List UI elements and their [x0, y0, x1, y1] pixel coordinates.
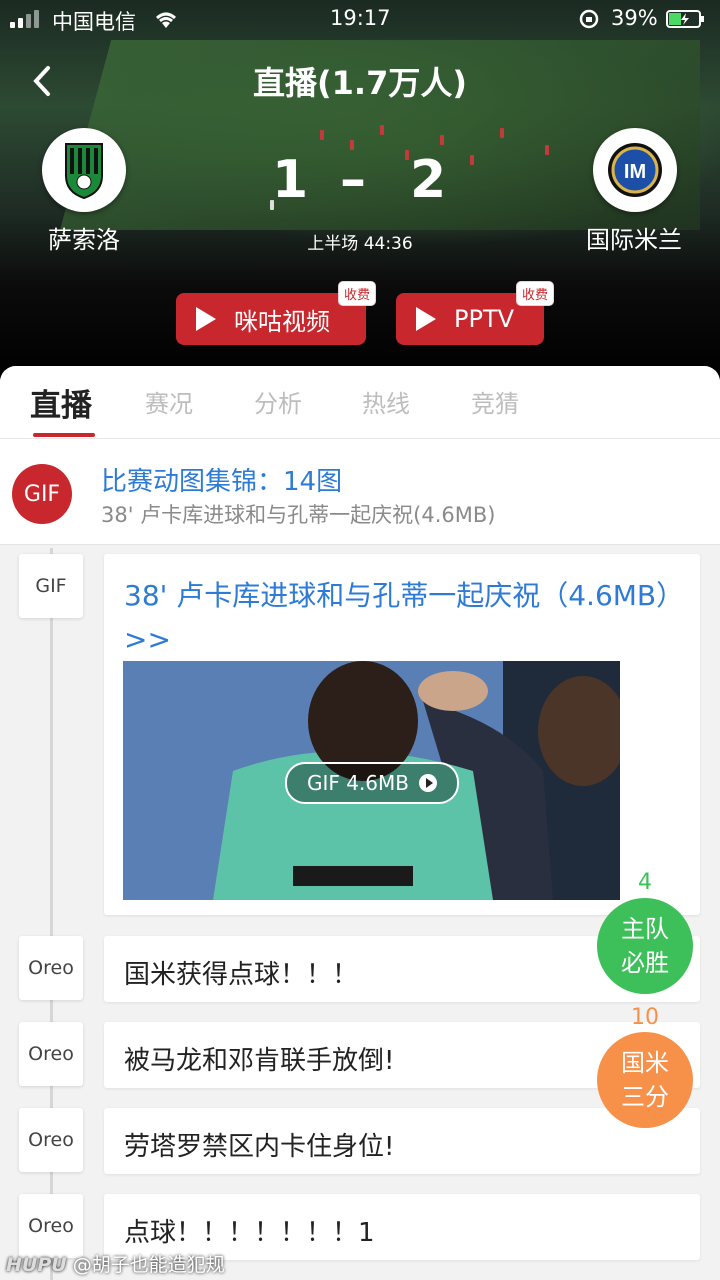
tab-hotline[interactable]: 热线	[362, 384, 410, 419]
inter-three-points-vote-button[interactable]: 国米 三分	[597, 1032, 693, 1128]
away-score: 2	[410, 150, 447, 210]
content-panel: 直播 赛况 分析 热线 竞猜 GIF 比赛动图集锦：14图 38' 卢卡库进球和…	[0, 366, 720, 1280]
vote-label-line2: 必胜	[621, 949, 669, 977]
pptv-button[interactable]: PPTV 收费	[396, 281, 554, 345]
comment-text: 点球！！！！！！！1	[124, 1218, 375, 1248]
comment-text: 被马龙和邓肯联手放倒!	[124, 1046, 395, 1076]
clock: 19:17	[330, 6, 391, 30]
video-button-label: PPTV	[454, 305, 515, 333]
inter-crest-icon: IM	[608, 143, 662, 197]
battery-icon	[666, 10, 704, 28]
home-win-vote-button[interactable]: 主队 必胜	[597, 898, 693, 994]
tab-bar: 直播 赛况 分析 热线 竞猜	[0, 366, 720, 439]
score-separator: –	[340, 150, 366, 210]
author-avatar[interactable]: Oreo	[19, 1108, 83, 1172]
author-avatar[interactable]: GIF	[19, 554, 83, 618]
highlights-title[interactable]: 比赛动图集锦：14图	[101, 461, 342, 498]
match-header: 中国电信 19:17 39% 直播(1.7万人) 萨索洛 1 – 2 上半场 4…	[0, 0, 720, 380]
author-avatar[interactable]: Oreo	[19, 1194, 83, 1258]
comment-text: 劳塔罗禁区内卡住身位!	[124, 1132, 395, 1162]
tab-analysis[interactable]: 分析	[254, 384, 302, 419]
tab-betting[interactable]: 竞猜	[471, 384, 519, 419]
migu-video-button[interactable]: 咪咕视频 收费	[176, 281, 376, 345]
tab-match-status[interactable]: 赛况	[145, 384, 193, 419]
wifi-icon	[156, 12, 176, 28]
watermark: HUPU @胡子也能造犯规	[6, 1250, 225, 1277]
away-team-name: 国际米兰	[586, 226, 682, 254]
play-icon	[416, 307, 436, 331]
active-tab-indicator	[33, 433, 95, 437]
gif-thumbnail[interactable]: GIF 4.6MB	[123, 661, 620, 900]
gif-highlights-banner[interactable]: GIF 比赛动图集锦：14图 38' 卢卡库进球和与孔蒂一起庆祝(4.6MB)	[0, 439, 720, 545]
status-bar: 中国电信 19:17 39%	[0, 0, 720, 38]
play-circle-icon	[419, 774, 438, 792]
away-vote-count: 10	[631, 1005, 659, 1030]
vote-label-line1: 主队	[621, 915, 669, 943]
paid-badge: 收费	[515, 281, 554, 306]
gif-post-card: 38' 卢卡库进球和与孔蒂一起庆祝（4.6MB）>> GIF 4.6MB	[104, 554, 700, 915]
page-title: 直播(1.7万人)	[253, 64, 467, 102]
video-button-label: 咪咕视频	[234, 307, 330, 336]
highlights-subtitle: 38' 卢卡库进球和与孔蒂一起庆祝(4.6MB)	[101, 503, 496, 527]
tab-live[interactable]: 直播	[30, 380, 92, 425]
svg-text:IM: IM	[624, 161, 646, 183]
home-score: 1	[272, 150, 309, 210]
away-team-logo[interactable]: IM	[593, 128, 677, 212]
vote-label-line1: 国米	[621, 1049, 669, 1077]
gif-size-label: GIF 4.6MB	[306, 771, 410, 795]
author-avatar[interactable]: Oreo	[19, 1022, 83, 1086]
sassuolo-crest-icon	[65, 143, 103, 200]
rotation-lock-icon	[579, 9, 599, 29]
home-team-logo[interactable]	[42, 128, 126, 212]
paid-badge: 收费	[337, 281, 376, 306]
gif-post-link[interactable]: 38' 卢卡库进球和与孔蒂一起庆祝（4.6MB）>>	[124, 574, 684, 662]
carrier-name: 中国电信	[52, 10, 136, 34]
home-vote-count: 4	[638, 870, 652, 895]
vote-label-line2: 三分	[621, 1083, 669, 1111]
signal-icon	[10, 10, 39, 28]
author-avatar[interactable]: Oreo	[19, 936, 83, 1000]
play-icon	[196, 307, 216, 331]
watermark-brand: HUPU	[6, 1254, 67, 1276]
watermark-handle: @胡子也能造犯规	[72, 1254, 225, 1276]
gif-play-badge[interactable]: GIF 4.6MB	[285, 762, 459, 804]
gif-icon: GIF	[12, 464, 72, 524]
battery-percent: 39%	[611, 6, 658, 30]
comment-text: 国米获得点球！！！	[124, 960, 359, 990]
live-comment-card: 劳塔罗禁区内卡住身位!	[104, 1108, 700, 1174]
